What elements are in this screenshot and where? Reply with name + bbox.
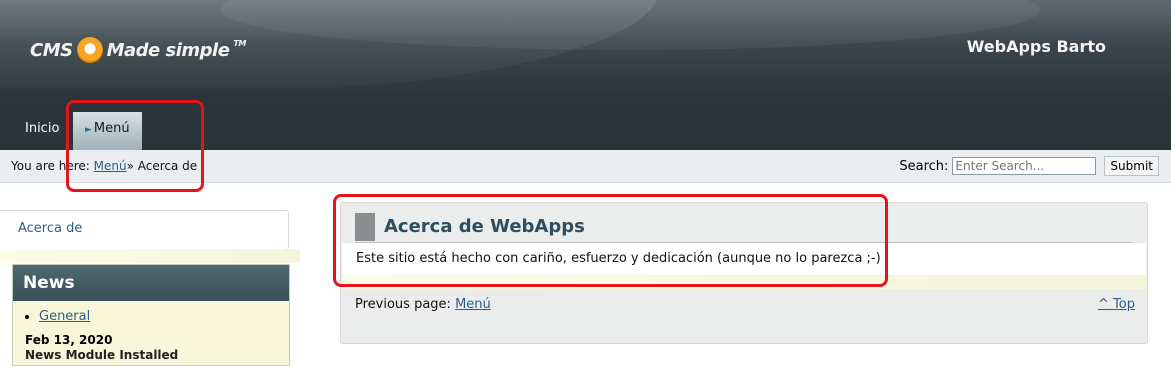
breadcrumb: You are here: Menú» Acerca de xyxy=(11,159,197,173)
site-title: WebApps Barto xyxy=(966,37,1106,56)
logo-trademark: TM xyxy=(233,38,246,48)
news-category-link[interactable]: General xyxy=(39,309,90,324)
sidebar-menu: Acerca de xyxy=(0,210,300,263)
sidebar-item-acerca-de[interactable]: Acerca de xyxy=(18,221,82,236)
page-title: Acerca de WebApps xyxy=(384,216,585,237)
news-headline[interactable]: News Module Installed xyxy=(25,348,178,362)
search-input[interactable] xyxy=(952,157,1097,175)
main-content: Acerca de WebApps Este sitio está hecho … xyxy=(340,202,1148,344)
title-marker xyxy=(355,213,375,241)
breadcrumb-prefix: You are here: xyxy=(11,159,90,173)
arrow-right-icon: ► xyxy=(85,125,92,135)
site-header: CMS Made simple TM WebApps Barto xyxy=(0,0,1171,100)
news-date: Feb 13, 2020 xyxy=(25,333,113,347)
logo-text-made-simple: Made simple xyxy=(106,39,230,61)
breadcrumb-bar: You are here: Menú» Acerca de Search: Su… xyxy=(0,150,1171,183)
content-title-row: Acerca de WebApps xyxy=(355,213,1133,243)
top-link[interactable]: ^ Top xyxy=(1098,297,1135,312)
news-panel: News General Feb 13, 2020 News Module In… xyxy=(12,264,290,366)
previous-page: Previous page: Menú xyxy=(355,297,491,312)
submit-button[interactable]: Submit xyxy=(1104,156,1159,176)
search-form: Search: Submit xyxy=(899,156,1159,176)
search-label: Search: xyxy=(899,158,949,174)
news-title: News xyxy=(13,265,289,301)
previous-page-link[interactable]: Menú xyxy=(455,297,491,312)
previous-page-label: Previous page: xyxy=(355,297,451,312)
island-logo-icon xyxy=(76,37,103,63)
list-item: General xyxy=(39,309,289,324)
main-nav: Inicio ► Menú xyxy=(0,100,1171,150)
breadcrumb-current: Acerca de xyxy=(137,159,198,173)
top-link-wrap: ^ Top xyxy=(1098,297,1135,312)
nav-item-label: Menú xyxy=(93,121,130,136)
content-divider xyxy=(342,275,1146,289)
nav-item-menu[interactable]: ► Menú xyxy=(73,112,142,150)
nav-item-inicio[interactable]: Inicio xyxy=(13,112,71,150)
news-category-list: General xyxy=(13,309,289,324)
breadcrumb-separator: » xyxy=(126,159,134,173)
breadcrumb-link-menu[interactable]: Menú xyxy=(94,159,127,173)
cms-logo[interactable]: CMS Made simple TM xyxy=(30,34,246,66)
body-text: Este sitio está hecho con cariño, esfuer… xyxy=(356,251,881,266)
logo-text-cms: CMS xyxy=(30,39,73,61)
content-body: Este sitio está hecho con cariño, esfuer… xyxy=(342,243,1146,275)
sidebar-divider xyxy=(0,249,300,263)
